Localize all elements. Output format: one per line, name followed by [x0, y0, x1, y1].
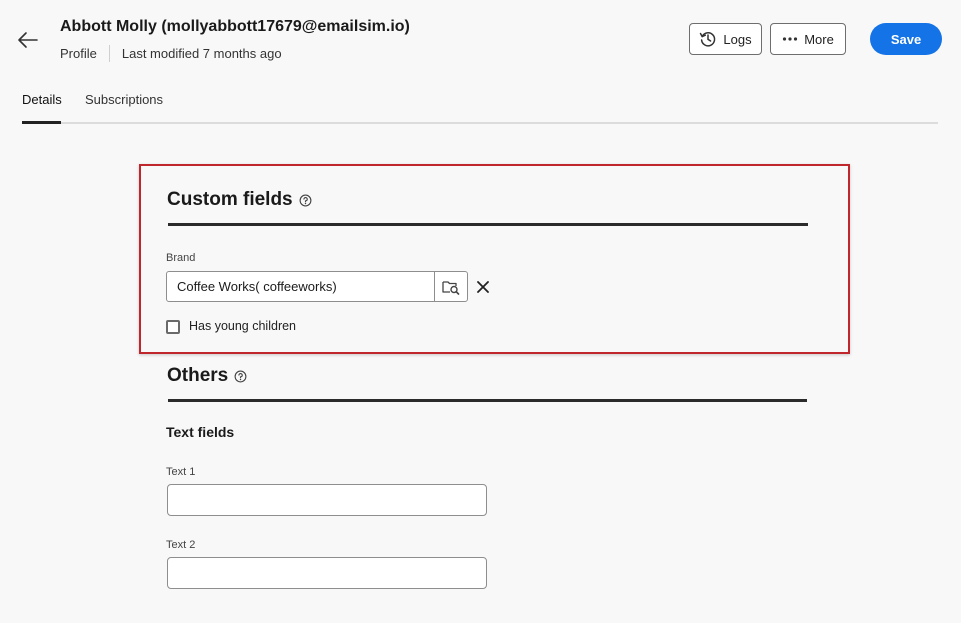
breadcrumb: Profile: [60, 46, 97, 61]
arrow-left-icon: [18, 32, 38, 48]
custom-fields-title: Custom fields: [167, 189, 293, 210]
help-circle-icon[interactable]: [234, 370, 247, 383]
brand-clear-button[interactable]: [472, 276, 494, 298]
brand-picker-button[interactable]: [434, 271, 468, 302]
folder-search-icon: [442, 280, 460, 295]
text1-input[interactable]: [167, 484, 487, 516]
tab-subscriptions[interactable]: Subscriptions: [85, 92, 163, 107]
page-subtitle: Profile Last modified 7 months ago: [60, 45, 282, 62]
history-icon: [700, 32, 716, 47]
logs-button-label: Logs: [723, 31, 752, 47]
text2-input[interactable]: [167, 557, 487, 589]
ellipsis-icon: [783, 37, 798, 41]
last-modified-text: Last modified 7 months ago: [121, 46, 282, 61]
save-button[interactable]: Save: [870, 23, 942, 55]
tab-details[interactable]: Details: [22, 92, 62, 107]
more-button-label: More: [804, 31, 834, 47]
text-fields-title: Text fields: [166, 424, 235, 440]
has-young-children-checkbox[interactable]: [166, 320, 180, 334]
text1-label: Text 1: [166, 466, 196, 478]
has-young-children-label: Has young children: [189, 319, 297, 333]
custom-fields-rule: [168, 223, 808, 226]
active-tab-indicator: [22, 121, 61, 124]
divider: [108, 45, 110, 62]
help-circle-icon[interactable]: [299, 194, 312, 207]
others-rule: [168, 399, 807, 402]
text2-label: Text 2: [166, 539, 196, 551]
back-button[interactable]: [14, 26, 42, 54]
custom-fields-section-title: Custom fields: [167, 189, 312, 211]
brand-field[interactable]: Coffee Works( coffeeworks): [166, 271, 436, 302]
logs-button[interactable]: Logs: [689, 23, 762, 55]
others-section-title: Others: [167, 365, 247, 387]
close-icon: [477, 281, 489, 293]
more-button[interactable]: More: [770, 23, 846, 55]
others-title: Others: [167, 365, 229, 386]
brand-label: Brand: [166, 252, 196, 264]
tabs-divider: [22, 122, 938, 124]
page-title: Abbott Molly (mollyabbott17679@emailsim.…: [60, 18, 410, 35]
